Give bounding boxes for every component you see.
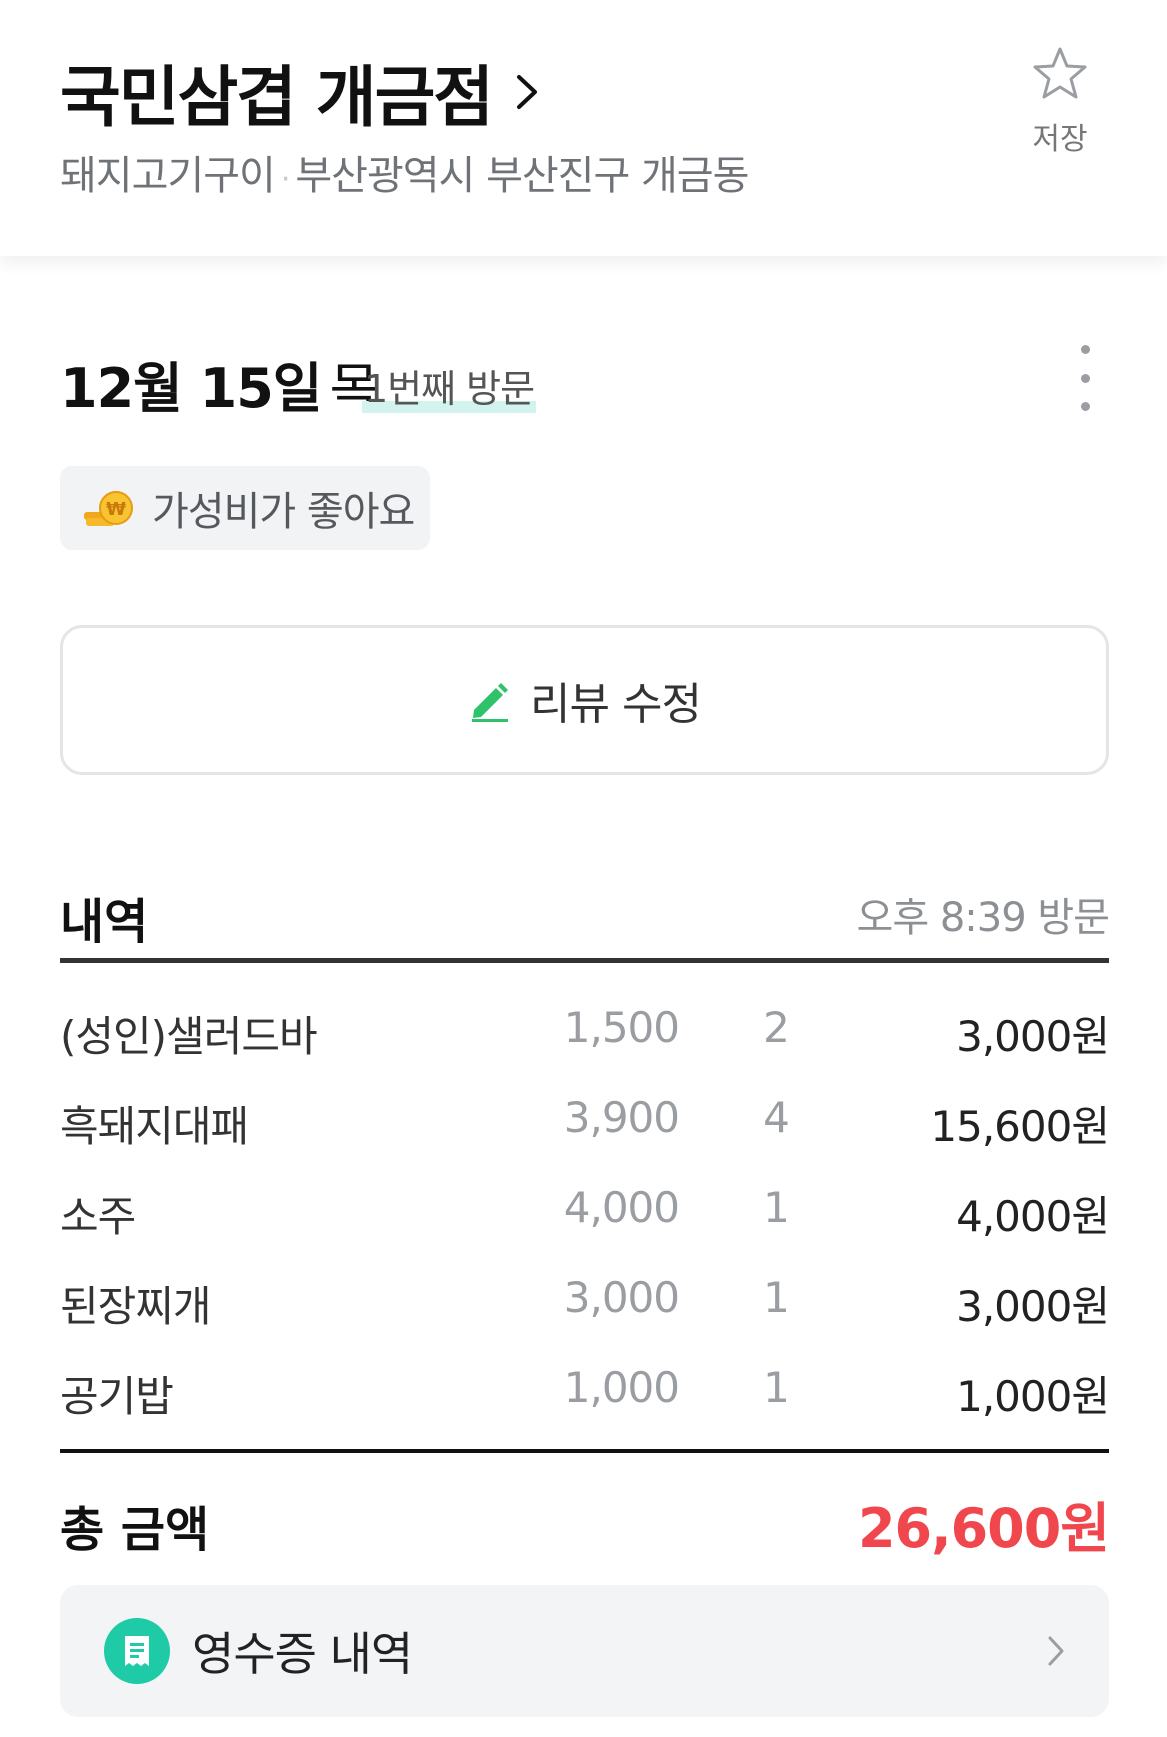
order-row: 흑돼지대패 3,900 4 15,600원 (60, 1093, 1110, 1153)
item-qty: 1 (763, 1363, 790, 1412)
save-label: 저장 (1032, 122, 1088, 157)
more-vertical-icon[interactable] (1070, 345, 1100, 411)
visit-date-text: 12월 15일 (60, 357, 322, 420)
pencil-icon (472, 683, 509, 722)
star-outline-icon (1033, 47, 1087, 99)
chevron-right-icon (1048, 1636, 1064, 1666)
item-name: 소주 (60, 1192, 136, 1241)
total-label: 총 금액 (60, 1502, 210, 1558)
item-name: 된장찌개 (60, 1282, 212, 1331)
total-amount: 26,600원 (857, 1497, 1110, 1560)
store-address: 부산광역시 부산진구 개금동 (295, 153, 749, 199)
svg-text:₩: ₩ (106, 499, 126, 520)
item-qty: 4 (763, 1093, 790, 1142)
item-qty: 1 (763, 1183, 790, 1232)
item-name: 흑돼지대패 (60, 1102, 249, 1151)
edit-review-button[interactable]: 리뷰 수정 (60, 625, 1109, 775)
item-price: 1,500 (563, 1003, 680, 1052)
item-name: (성인)샐러드바 (60, 1012, 318, 1061)
visit-count-badge: 1번째 방문 (362, 358, 537, 413)
coins-won-icon: ₩ (84, 491, 133, 526)
item-price: 3,000 (563, 1273, 680, 1322)
order-row: (성인)샐러드바 1,500 2 3,000원 (60, 1003, 1110, 1063)
item-qty: 2 (763, 1003, 790, 1052)
divider (60, 1449, 1109, 1453)
receipt-details-button[interactable]: 영수증 내역 (60, 1585, 1109, 1717)
order-row: 공기밥 1,000 1 1,000원 (60, 1363, 1110, 1423)
receipt-icon (104, 1618, 170, 1684)
order-row: 소주 4,000 1 4,000원 (60, 1183, 1110, 1243)
item-price: 4,000 (563, 1183, 680, 1232)
store-category: 돼지고기구이 (60, 153, 276, 199)
item-amount: 1,000원 (956, 1372, 1110, 1421)
meta-separator: · (280, 162, 290, 197)
item-amount: 4,000원 (956, 1192, 1110, 1241)
store-name: 국민삼겹 개금점 (60, 59, 494, 136)
review-tag-chip: ₩ 가성비가 좋아요 (60, 466, 430, 550)
divider (60, 958, 1109, 963)
save-button[interactable]: 저장 (1020, 46, 1100, 166)
visit-date: 12월 15일 목 (60, 344, 379, 423)
review-tag-label: 가성비가 좋아요 (152, 489, 415, 535)
item-name: 공기밥 (60, 1372, 174, 1421)
item-amount: 3,000원 (956, 1282, 1110, 1331)
detail-title: 내역 (60, 894, 149, 950)
item-price: 3,900 (563, 1093, 680, 1142)
item-price: 1,000 (563, 1363, 680, 1412)
store-meta: 돼지고기구이 · 부산광역시 부산진구 개금동 (60, 143, 749, 201)
visit-time: 오후 8:39 방문 (856, 895, 1110, 941)
chevron-right-icon (517, 75, 538, 109)
item-amount: 15,600원 (930, 1102, 1110, 1151)
store-header: 국민삼겹 개금점 돼지고기구이 · 부산광역시 부산진구 개금동 저장 (0, 0, 1167, 256)
receipt-label: 영수증 내역 (192, 1627, 413, 1681)
order-row: 된장찌개 3,000 1 3,000원 (60, 1273, 1110, 1333)
store-title-link[interactable]: 국민삼겹 개금점 (60, 44, 540, 140)
item-amount: 3,000원 (956, 1012, 1110, 1061)
edit-review-label: 리뷰 수정 (530, 679, 702, 730)
item-qty: 1 (763, 1273, 790, 1322)
